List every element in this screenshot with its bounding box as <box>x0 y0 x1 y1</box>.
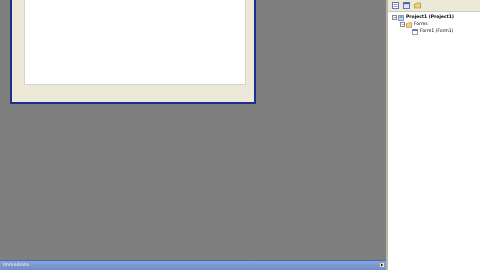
view-code-icon[interactable] <box>391 2 399 10</box>
form-designer-window[interactable] <box>10 0 256 104</box>
project-explorer-toolbar <box>388 0 480 12</box>
tree-item-project[interactable]: − Project1 (Project1) <box>388 14 480 21</box>
form-canvas[interactable] <box>24 0 246 85</box>
view-object-icon[interactable] <box>402 2 410 10</box>
project-label: Project1 (Project1) <box>406 15 454 20</box>
scroll-right-arrow-icon[interactable] <box>379 262 385 268</box>
form1-label: Form1 (Form1) <box>420 29 454 34</box>
project-tree: − Project1 (Project1) − Forms Form1 (For… <box>388 12 480 35</box>
project-icon <box>398 14 404 21</box>
tree-item-forms-folder[interactable]: − Forms <box>388 21 480 28</box>
immediate-window-title: Immediate <box>3 263 30 268</box>
collapse-icon[interactable]: − <box>392 15 397 20</box>
immediate-window-titlebar[interactable]: Immediate <box>0 260 386 270</box>
folder-icon <box>406 22 412 28</box>
project-explorer-pane: − Project1 (Project1) − Forms Form1 (For… <box>386 0 480 270</box>
collapse-icon[interactable]: − <box>400 22 405 27</box>
toggle-folders-icon[interactable] <box>413 2 421 10</box>
forms-folder-label: Forms <box>414 22 428 27</box>
mdi-workspace <box>0 0 386 260</box>
tree-item-form1[interactable]: Form1 (Form1) <box>388 28 480 35</box>
form-icon <box>412 28 418 35</box>
